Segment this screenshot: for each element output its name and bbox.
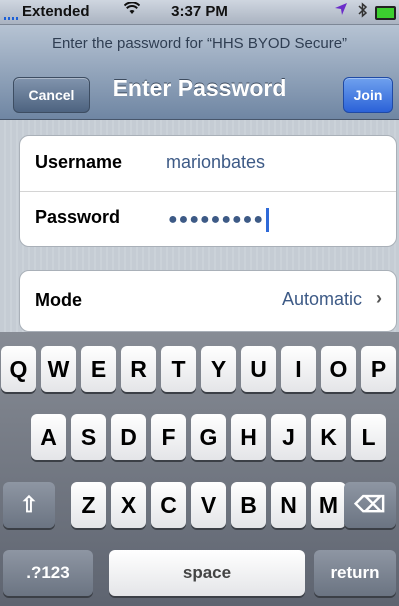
key-e[interactable]: E (81, 346, 116, 392)
password-prompt: Enter the password for “HHS BYOD Secure” (51, 35, 348, 52)
key-q[interactable]: Q (1, 346, 36, 392)
username-label: Username (35, 152, 123, 172)
chevron-right-icon: › (376, 288, 382, 308)
key-f[interactable]: F (151, 414, 186, 460)
key-j[interactable]: J (271, 414, 306, 460)
key-z[interactable]: Z (71, 482, 106, 528)
page-title: Enter Password (112, 75, 287, 101)
status-bar: Extended 3:37 PM (0, 0, 399, 25)
key-r[interactable]: R (121, 346, 156, 392)
numbers-key[interactable]: .?123 (3, 550, 93, 596)
space-key[interactable]: space (109, 550, 305, 596)
mode-group: Mode Automatic › (19, 270, 397, 332)
key-h[interactable]: H (231, 414, 266, 460)
navigation-bar: Enter the password for “HHS BYOD Secure”… (0, 25, 399, 120)
keyboard: Q W E R T Y U I O P A S D F G H J K L ⇧ … (0, 332, 399, 606)
key-t[interactable]: T (161, 346, 196, 392)
password-field[interactable]: ●●●●●●●●● (168, 208, 269, 232)
bluetooth-icon (358, 2, 368, 21)
key-u[interactable]: U (241, 346, 276, 392)
settings-table: Username marionbates Password ●●●●●●●●● … (0, 120, 399, 332)
key-d[interactable]: D (111, 414, 146, 460)
return-key[interactable]: return (314, 550, 396, 596)
shift-key[interactable]: ⇧ (3, 482, 55, 528)
password-row[interactable]: Password ●●●●●●●●● (20, 191, 396, 246)
phone-screen: Extended 3:37 PM Enter the password for … (0, 0, 399, 606)
key-s[interactable]: S (71, 414, 106, 460)
username-field[interactable]: marionbates (166, 152, 265, 173)
username-row[interactable]: Username marionbates (20, 136, 396, 192)
delete-key[interactable]: ⌫ (344, 482, 396, 528)
key-o[interactable]: O (321, 346, 356, 392)
key-a[interactable]: A (31, 414, 66, 460)
battery-icon (375, 6, 396, 20)
location-arrow-icon (334, 2, 348, 19)
password-masked-value: ●●●●●●●●● (168, 211, 264, 229)
key-x[interactable]: X (111, 482, 146, 528)
key-g[interactable]: G (191, 414, 226, 460)
key-n[interactable]: N (271, 482, 306, 528)
mode-value: Automatic (281, 289, 362, 309)
text-cursor (265, 208, 269, 232)
key-i[interactable]: I (281, 346, 316, 392)
key-p[interactable]: P (361, 346, 396, 392)
credentials-group: Username marionbates Password ●●●●●●●●● (19, 135, 397, 247)
key-k[interactable]: K (311, 414, 346, 460)
key-y[interactable]: Y (201, 346, 236, 392)
key-b[interactable]: B (231, 482, 266, 528)
key-m[interactable]: M (311, 482, 346, 528)
join-button[interactable]: Join (343, 77, 393, 113)
key-c[interactable]: C (151, 482, 186, 528)
key-v[interactable]: V (191, 482, 226, 528)
key-l[interactable]: L (351, 414, 386, 460)
password-label: Password (35, 207, 121, 227)
mode-row[interactable]: Mode Automatic › (20, 271, 396, 331)
key-w[interactable]: W (41, 346, 76, 392)
mode-label: Mode (35, 290, 82, 310)
